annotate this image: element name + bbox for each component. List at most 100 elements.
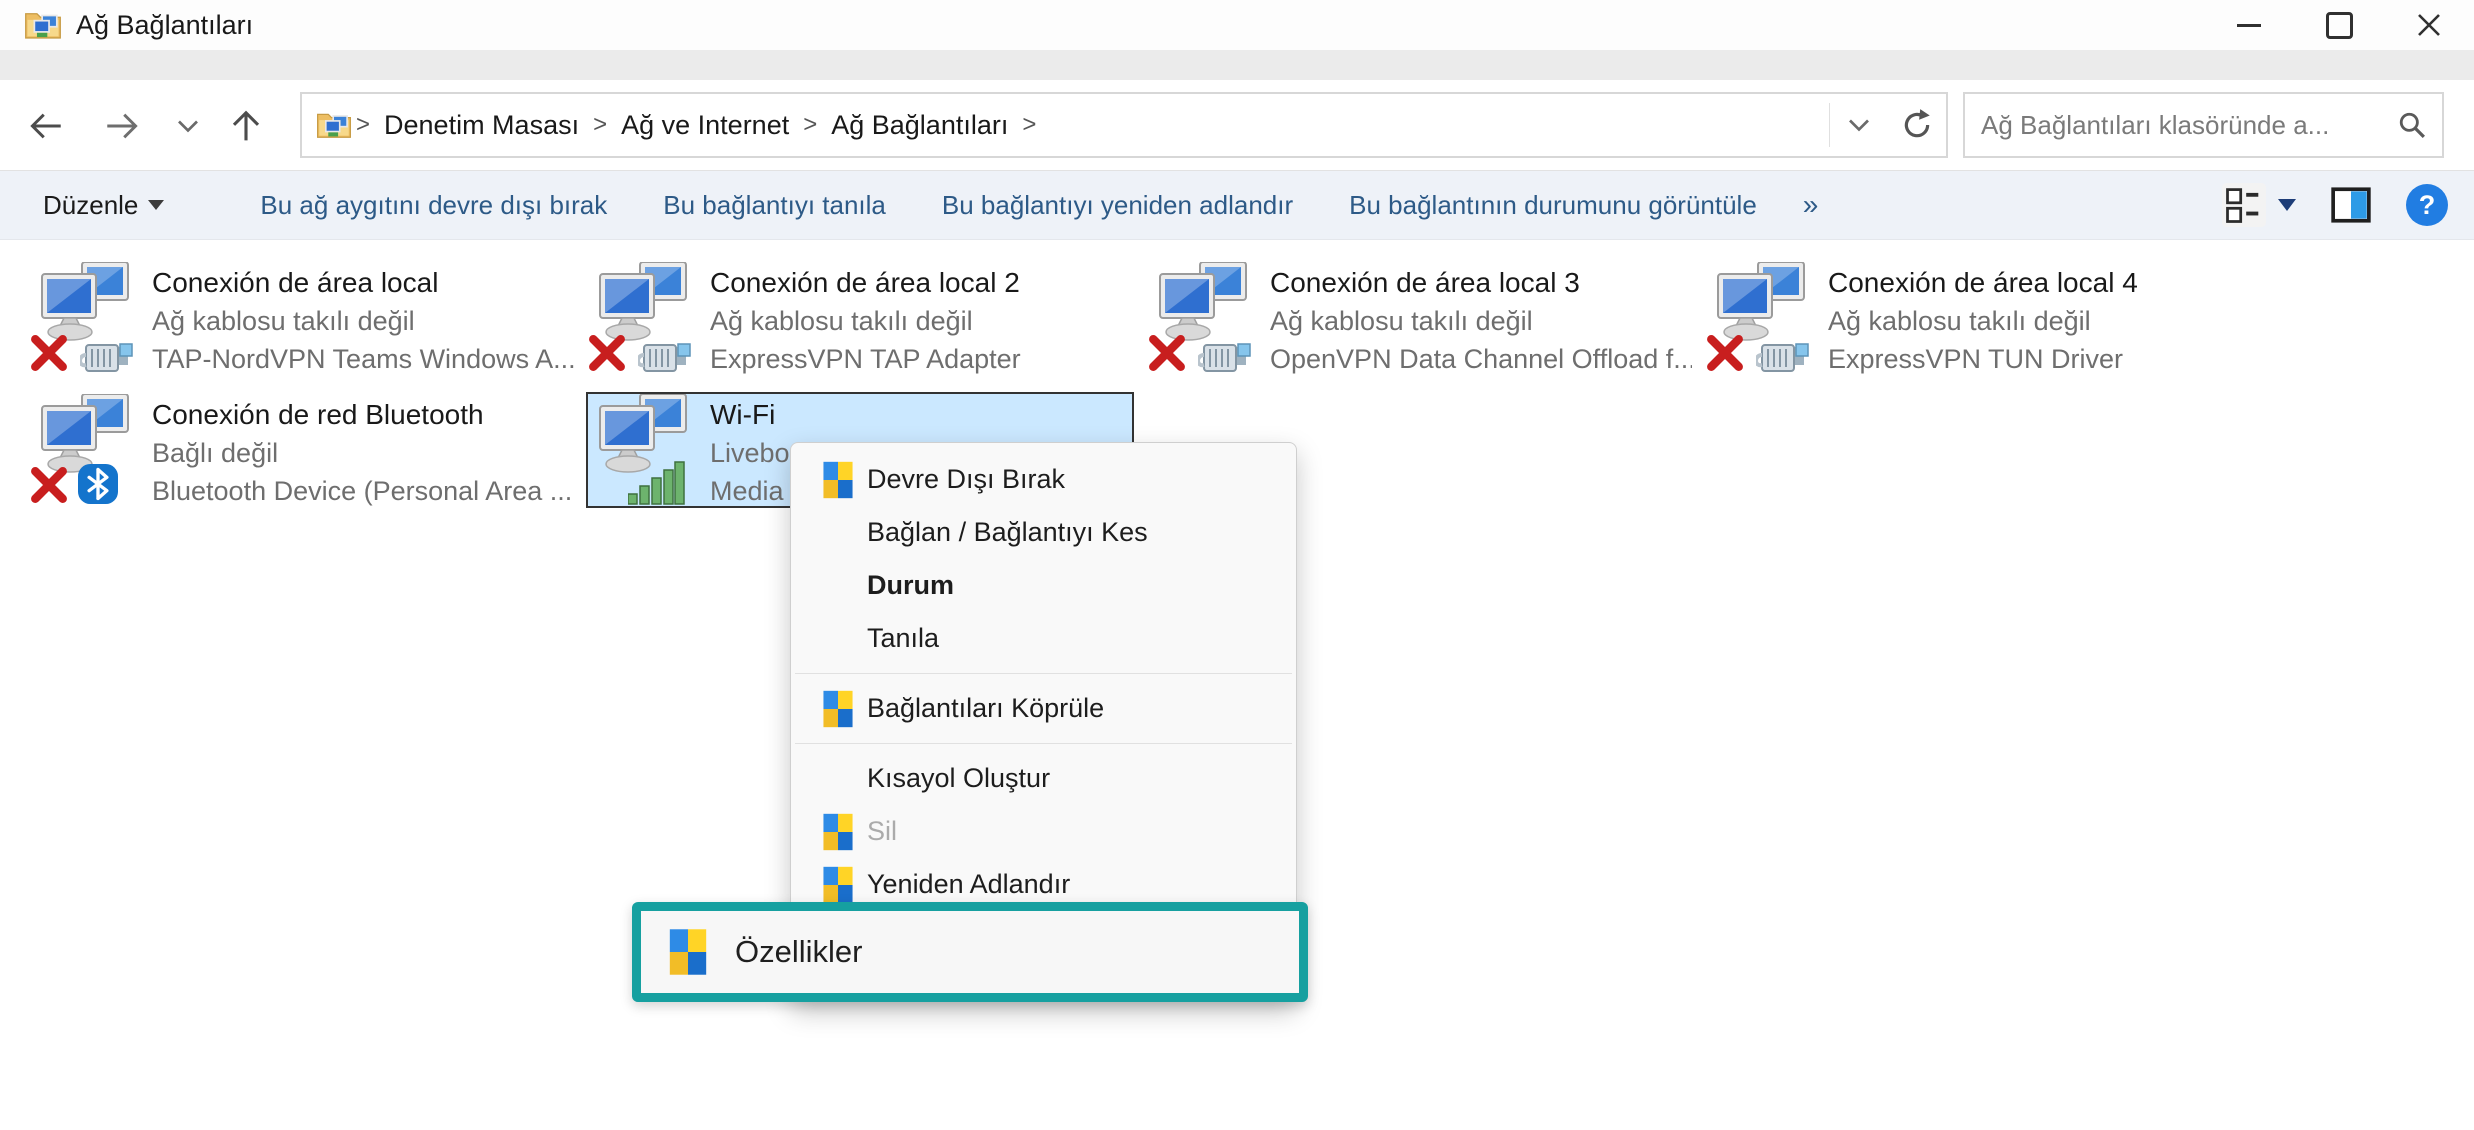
breadcrumb-separator: >: [1022, 111, 1036, 139]
breadcrumb-separator: >: [593, 111, 607, 139]
properties-menu-item-label: Özellikler: [735, 934, 862, 970]
connection-name: Conexión de red Bluetooth: [152, 396, 574, 434]
refresh-button[interactable]: [1888, 94, 1946, 156]
toolbar-commands: Bu ağ aygıtını devre dışı bırak Bu bağlan…: [260, 190, 1756, 221]
connection-device: ExpressVPN TUN Driver: [1828, 340, 2250, 378]
caret-down-icon: [2278, 199, 2296, 211]
connection-item[interactable]: Conexión de área local Ağ kablosu takılı…: [30, 262, 578, 378]
uac-shield-icon: [821, 812, 855, 852]
connection-item[interactable]: Conexión de área local 2 Ağ kablosu takı…: [588, 262, 1136, 378]
refresh-icon: [1900, 108, 1934, 142]
context-menu-item-label: Tanıla: [867, 623, 939, 654]
help-button[interactable]: ?: [2406, 184, 2448, 226]
connection-name: Conexión de área local 2: [710, 264, 1132, 302]
connection-status: Ağ kablosu takılı değil: [1828, 302, 2250, 340]
recent-locations-button[interactable]: [160, 98, 216, 154]
connection-name: Conexión de área local 4: [1828, 264, 2250, 302]
connection-item[interactable]: Conexión de red Bluetooth Bağlı değil Bl…: [30, 394, 578, 510]
toolbar-command[interactable]: Bu bağlantıyı yeniden adlandır: [942, 190, 1293, 221]
context-menu-item-label: Devre Dışı Bırak: [867, 464, 1065, 495]
preview-pane-button[interactable]: [2330, 184, 2372, 226]
menu-separator: [795, 743, 1292, 744]
network-folder-icon: [24, 8, 62, 42]
context-menu-item-label: Yeniden Adlandır: [867, 869, 1070, 900]
forward-button[interactable]: [94, 98, 150, 154]
toolbar-command[interactable]: Bu bağlantıyı tanıla: [663, 190, 886, 221]
minimize-button[interactable]: [2204, 0, 2294, 50]
view-list-icon: [2222, 183, 2266, 227]
network-adapter-icon: [592, 394, 704, 510]
uac-shield-icon: [821, 460, 855, 500]
connection-status: Ağ kablosu takılı değil: [152, 302, 574, 340]
search-box: [1963, 92, 2444, 158]
breadcrumb-item[interactable]: Ağ Bağlantıları: [831, 110, 1008, 141]
maximize-icon: [2326, 12, 2353, 39]
ethernet-plug-icon: [638, 340, 694, 376]
ethernet-plug-icon: [1198, 340, 1254, 376]
connection-status: Ağ kablosu takılı değil: [1270, 302, 1692, 340]
address-dropdown-button[interactable]: [1830, 94, 1888, 156]
context-menu-item[interactable]: Durum: [791, 559, 1296, 612]
toolbar-overflow-button[interactable]: »: [1803, 189, 1819, 221]
uac-shield-icon: [667, 927, 709, 977]
search-icon[interactable]: [2398, 111, 2426, 139]
window-title: Ağ Bağlantıları: [76, 10, 253, 41]
connection-status: Bağlı değil: [152, 434, 574, 472]
up-arrow-icon: [228, 108, 264, 144]
toolbar-command[interactable]: Bu bağlantının durumunu görüntüle: [1349, 190, 1757, 221]
back-button[interactable]: [18, 98, 74, 154]
context-menu-item-label: Sil: [867, 816, 897, 847]
search-input[interactable]: [1965, 110, 2382, 141]
context-menu-item[interactable]: Tanıla: [791, 612, 1296, 665]
network-adapter-icon: [34, 394, 146, 510]
breadcrumb-separator: >: [356, 111, 370, 139]
connection-item[interactable]: Conexión de área local 4 Ağ kablosu takı…: [1706, 262, 2254, 378]
context-menu-item[interactable]: Kısayol Oluştur: [791, 752, 1296, 805]
wifi-signal-icon: [628, 460, 686, 506]
title-bar: Ağ Bağlantıları: [0, 0, 2474, 50]
connection-device: TAP-NordVPN Teams Windows A...: [152, 340, 574, 378]
chevron-down-icon: [175, 117, 201, 135]
context-menu-item-label: Bağlantıları Köprüle: [867, 693, 1104, 724]
uac-shield-icon: [821, 865, 855, 905]
connection-name: Conexión de área local: [152, 264, 574, 302]
context-menu-item-label: Durum: [867, 570, 954, 601]
up-button[interactable]: [218, 98, 274, 154]
connection-device: Bluetooth Device (Personal Area ...: [152, 472, 574, 510]
forward-arrow-icon: [102, 109, 142, 143]
toolbar-command[interactable]: Bu ağ aygıtını devre dışı bırak: [260, 190, 607, 221]
navigation-bar: > Denetim Masası > Ağ ve Internet > Ağ Bağlan…: [0, 80, 2474, 170]
connection-name: Conexión de área local 3: [1270, 264, 1692, 302]
organize-button[interactable]: Düzenle: [43, 190, 164, 221]
disconnected-x-icon: [1148, 334, 1186, 372]
breadcrumb-separator: >: [803, 111, 817, 139]
network-adapter-icon: [34, 262, 146, 378]
network-adapter-icon: [1152, 262, 1264, 378]
organize-label: Düzenle: [43, 190, 138, 221]
back-arrow-icon: [26, 109, 66, 143]
command-toolbar: Düzenle Bu ağ aygıtını devre dışı bırakB…: [0, 170, 2474, 240]
network-adapter-icon: [1710, 262, 1822, 378]
bluetooth-icon: [78, 464, 118, 504]
context-menu-item[interactable]: Bağlan / Bağlantıyı Kes: [791, 506, 1296, 559]
maximize-button[interactable]: [2294, 0, 2384, 50]
address-location-icon: [316, 109, 352, 141]
connection-item[interactable]: Conexión de área local 3 Ağ kablosu takı…: [1148, 262, 1696, 378]
connection-name: Wi-Fi: [710, 396, 1128, 434]
address-bar[interactable]: > Denetim Masası > Ağ ve Internet > Ağ Bağlan…: [300, 92, 1948, 158]
breadcrumb: > Denetim Masası > Ağ ve Internet > Ağ Bağlan…: [352, 110, 1040, 141]
connection-device: OpenVPN Data Channel Offload f...: [1270, 340, 1692, 378]
chevron-down-icon: [1846, 116, 1872, 134]
context-menu-item-label: Bağlan / Bağlantıyı Kes: [867, 517, 1148, 548]
annotation-highlight-properties[interactable]: Özellikler: [632, 902, 1308, 1002]
breadcrumb-item[interactable]: Ağ ve Internet: [621, 110, 789, 141]
context-menu-item[interactable]: Bağlantıları Köprüle: [791, 682, 1296, 735]
breadcrumb-item[interactable]: Denetim Masası: [384, 110, 579, 141]
close-button[interactable]: [2384, 0, 2474, 50]
context-menu-item[interactable]: Devre Dışı Bırak: [791, 453, 1296, 506]
ethernet-plug-icon: [1756, 340, 1812, 376]
change-view-button[interactable]: [2222, 183, 2296, 227]
caret-down-icon: [148, 200, 164, 210]
disconnected-x-icon: [588, 334, 626, 372]
menu-band: [0, 50, 2474, 80]
